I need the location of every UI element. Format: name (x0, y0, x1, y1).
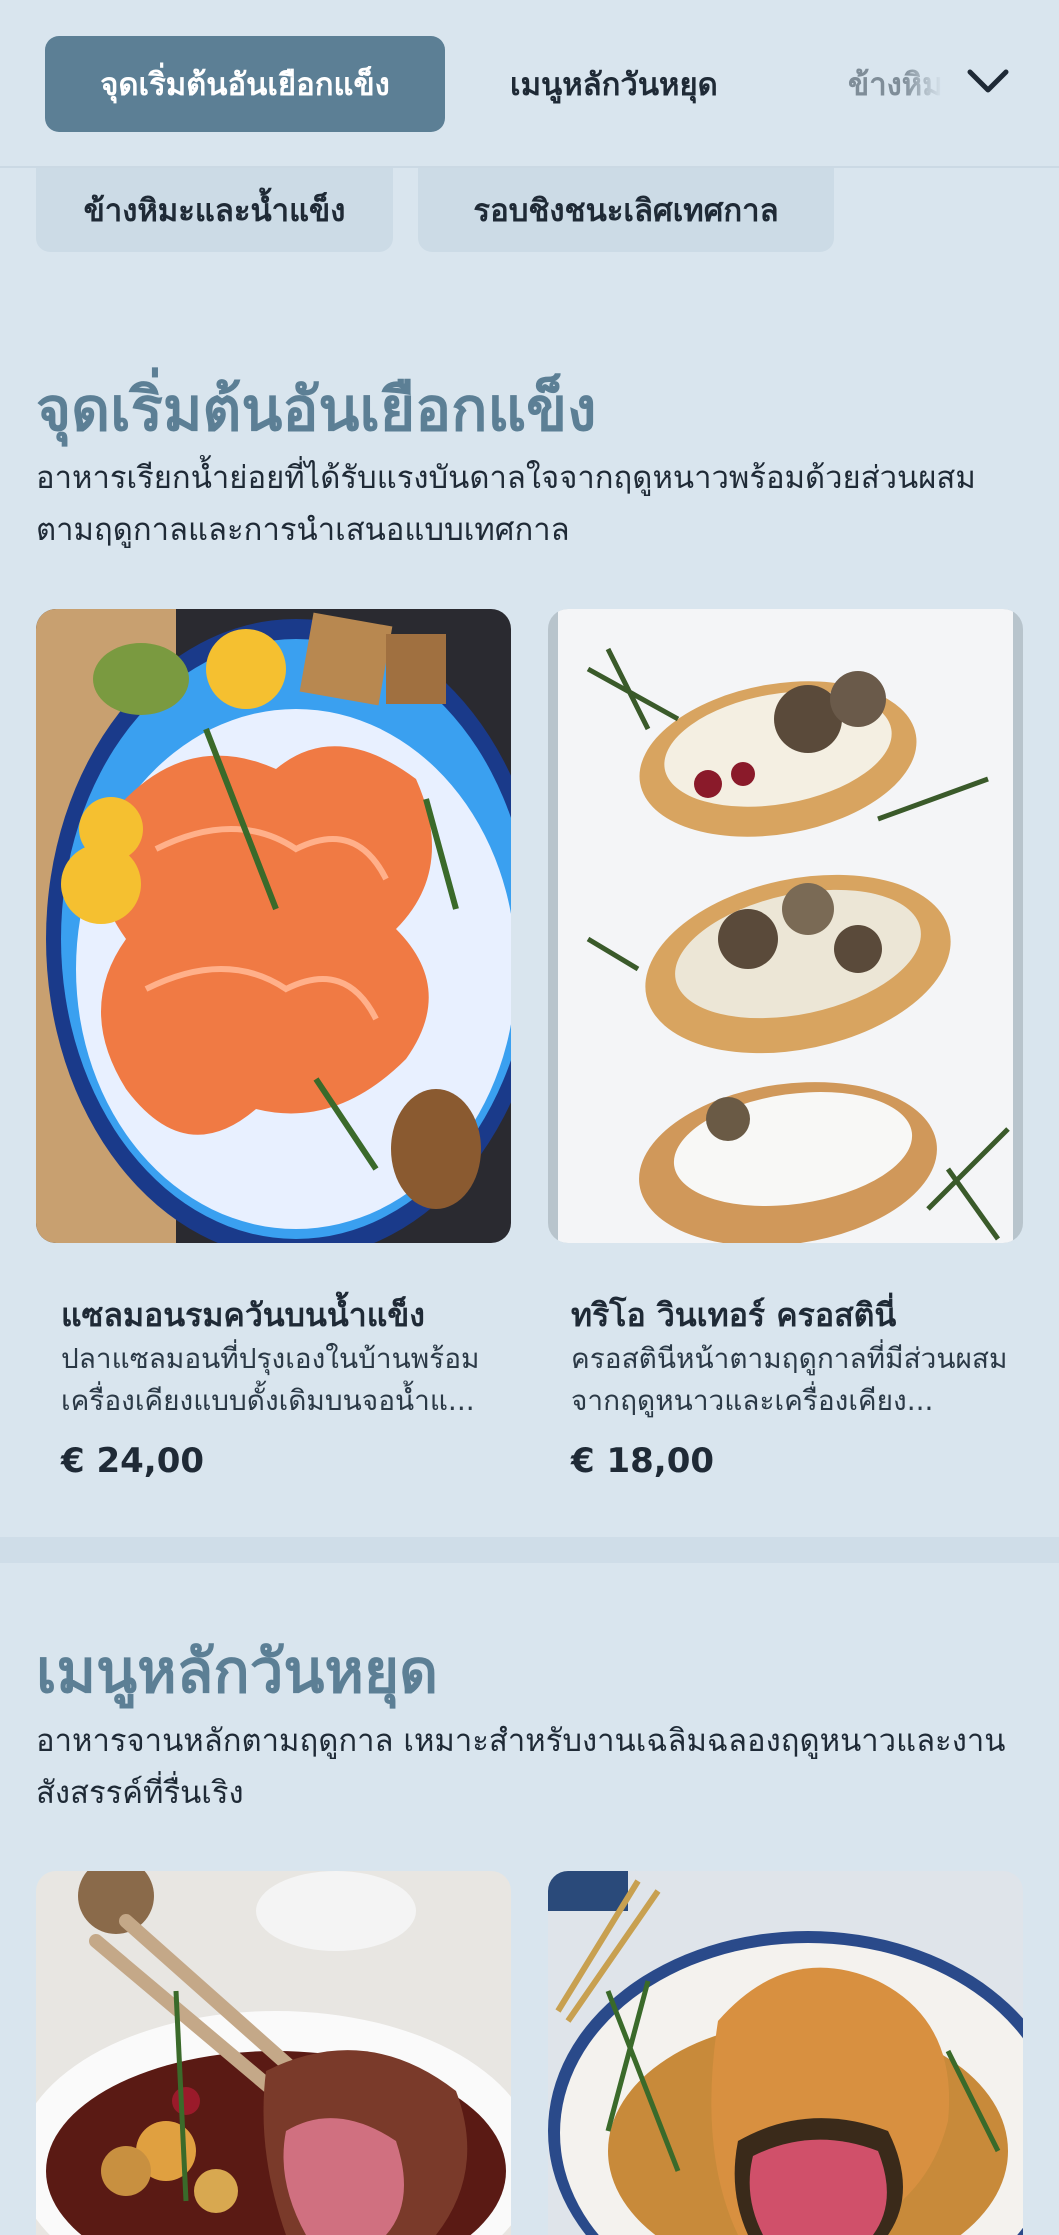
section-divider (0, 1537, 1059, 1563)
item-photo-rack-of-lamb[interactable] (36, 1871, 511, 2235)
chevron-down-icon[interactable] (964, 62, 1012, 102)
chip-festival-finale[interactable]: รอบชิงชนะเลิศเทศกาล (418, 168, 834, 252)
item-description: ปลาแซลมอนที่ปรุงเองในบ้านพร้อมเครื่องเคี… (61, 1342, 480, 1417)
section-description: อาหารเรียกน้ำย่อยที่ได้รับแรงบันดาลใจจาก… (36, 460, 976, 548)
tab-holiday-mains[interactable]: เมนูหลักวันหยุด (510, 36, 718, 132)
section-description: อาหารจานหลักตามฤดูกาล เหมาะสำหรับงานเฉลิ… (36, 1723, 1006, 1811)
item-price: € 18,00 (571, 1441, 715, 1481)
chip-snow-ice-sides[interactable]: ข้างหิมะและน้ำแข็ง (36, 168, 393, 252)
category-nav-bar: จุดเริ่มต้นอันเยือกแข็ง เมนูหลักวันหยุด … (0, 0, 1059, 168)
item-photo-beef-wellington[interactable] (548, 1871, 1023, 2235)
section-title: จุดเริ่มต้นอันเยือกแข็ง (36, 375, 597, 445)
item-price: € 24,00 (61, 1441, 205, 1481)
item-photo-smoked-salmon[interactable] (36, 609, 511, 1243)
item-photo-winter-crostini[interactable] (548, 609, 1023, 1243)
tab-frozen-starters[interactable]: จุดเริ่มต้นอันเยือกแข็ง (45, 36, 445, 132)
item-description: ครอสตินีหน้าตามฤดูกาลที่มีส่วนผสมจากฤดูห… (571, 1342, 1008, 1417)
item-name[interactable]: ทริโอ วินเทอร์ ครอสตินี่ (571, 1290, 896, 1341)
section-title: เมนูหลักวันหยุด (36, 1637, 439, 1707)
tab-snow-sides[interactable]: ข้างหิมะ (848, 36, 943, 132)
item-name[interactable]: แซลมอนรมควันบนน้ำแข็ง (61, 1290, 425, 1341)
